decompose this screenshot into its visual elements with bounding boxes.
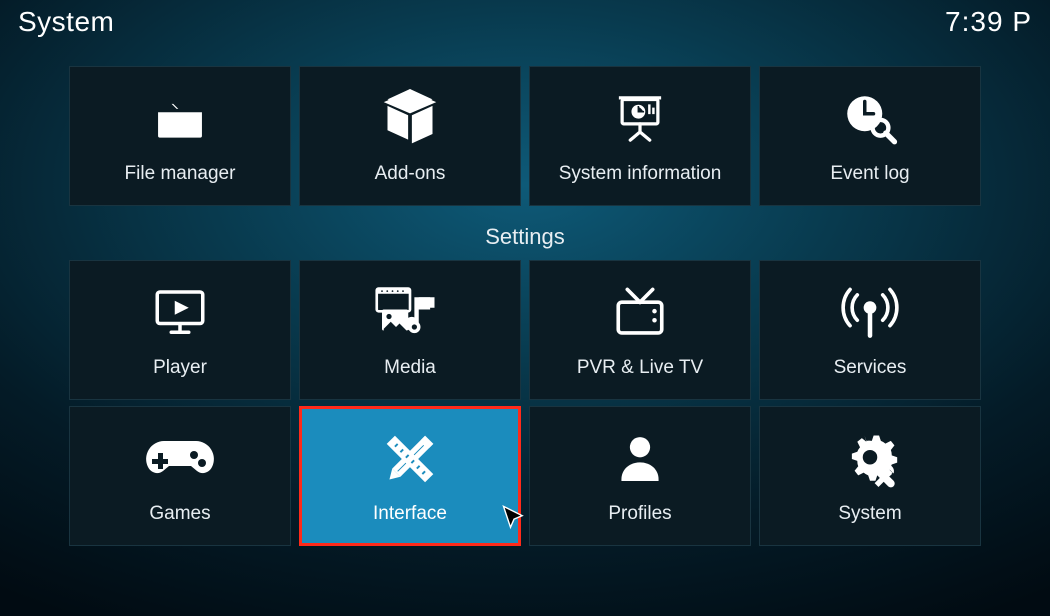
tile-label: PVR & Live TV	[577, 357, 703, 379]
tile-media[interactable]: Media	[299, 260, 521, 400]
tile-pvr-live-tv[interactable]: PVR & Live TV	[529, 260, 751, 400]
tile-system[interactable]: System	[759, 406, 981, 546]
tile-label: Profiles	[608, 503, 671, 525]
tile-games[interactable]: Games	[69, 406, 291, 546]
tile-event-log[interactable]: Event log	[759, 66, 981, 206]
tile-label: Event log	[830, 163, 909, 185]
tile-label: File manager	[125, 163, 236, 185]
settings-grid: File manager Add-ons System information …	[0, 66, 1050, 546]
tile-profiles[interactable]: Profiles	[529, 406, 751, 546]
tile-system-information[interactable]: System information	[529, 66, 751, 206]
tile-interface[interactable]: Interface	[299, 406, 521, 546]
tile-label: System	[838, 503, 901, 525]
tile-services[interactable]: Services	[759, 260, 981, 400]
tile-label: System information	[559, 163, 722, 185]
broadcast-icon	[841, 281, 899, 345]
tile-label: Media	[384, 357, 436, 379]
tile-add-ons[interactable]: Add-ons	[299, 66, 521, 206]
presentation-icon	[614, 87, 666, 151]
tile-label: Games	[149, 503, 210, 525]
tile-row-3: Games	[69, 406, 981, 546]
pencil-ruler-icon	[379, 427, 441, 491]
gear-wrench-icon	[840, 427, 900, 491]
media-collection-icon	[373, 281, 447, 345]
tile-label: Player	[153, 357, 207, 379]
tile-player[interactable]: Player	[69, 260, 291, 400]
tile-label: Services	[834, 357, 907, 379]
tile-label: Interface	[373, 503, 447, 525]
tile-row-1: File manager Add-ons System information …	[69, 66, 981, 206]
folder-icon	[147, 87, 213, 151]
tile-file-manager[interactable]: File manager	[69, 66, 291, 206]
page-title: System	[18, 6, 114, 38]
monitor-play-icon	[147, 281, 213, 345]
tv-antenna-icon	[609, 281, 671, 345]
tile-row-2: Player Media	[69, 260, 981, 400]
clock-search-icon	[839, 87, 901, 151]
top-bar: System 7:39 P	[0, 6, 1050, 38]
section-heading: Settings	[485, 224, 565, 250]
box-open-icon	[378, 87, 442, 151]
clock: 7:39 P	[945, 6, 1032, 38]
user-icon	[613, 427, 667, 491]
gamepad-icon	[144, 427, 216, 491]
tile-label: Add-ons	[375, 163, 446, 185]
